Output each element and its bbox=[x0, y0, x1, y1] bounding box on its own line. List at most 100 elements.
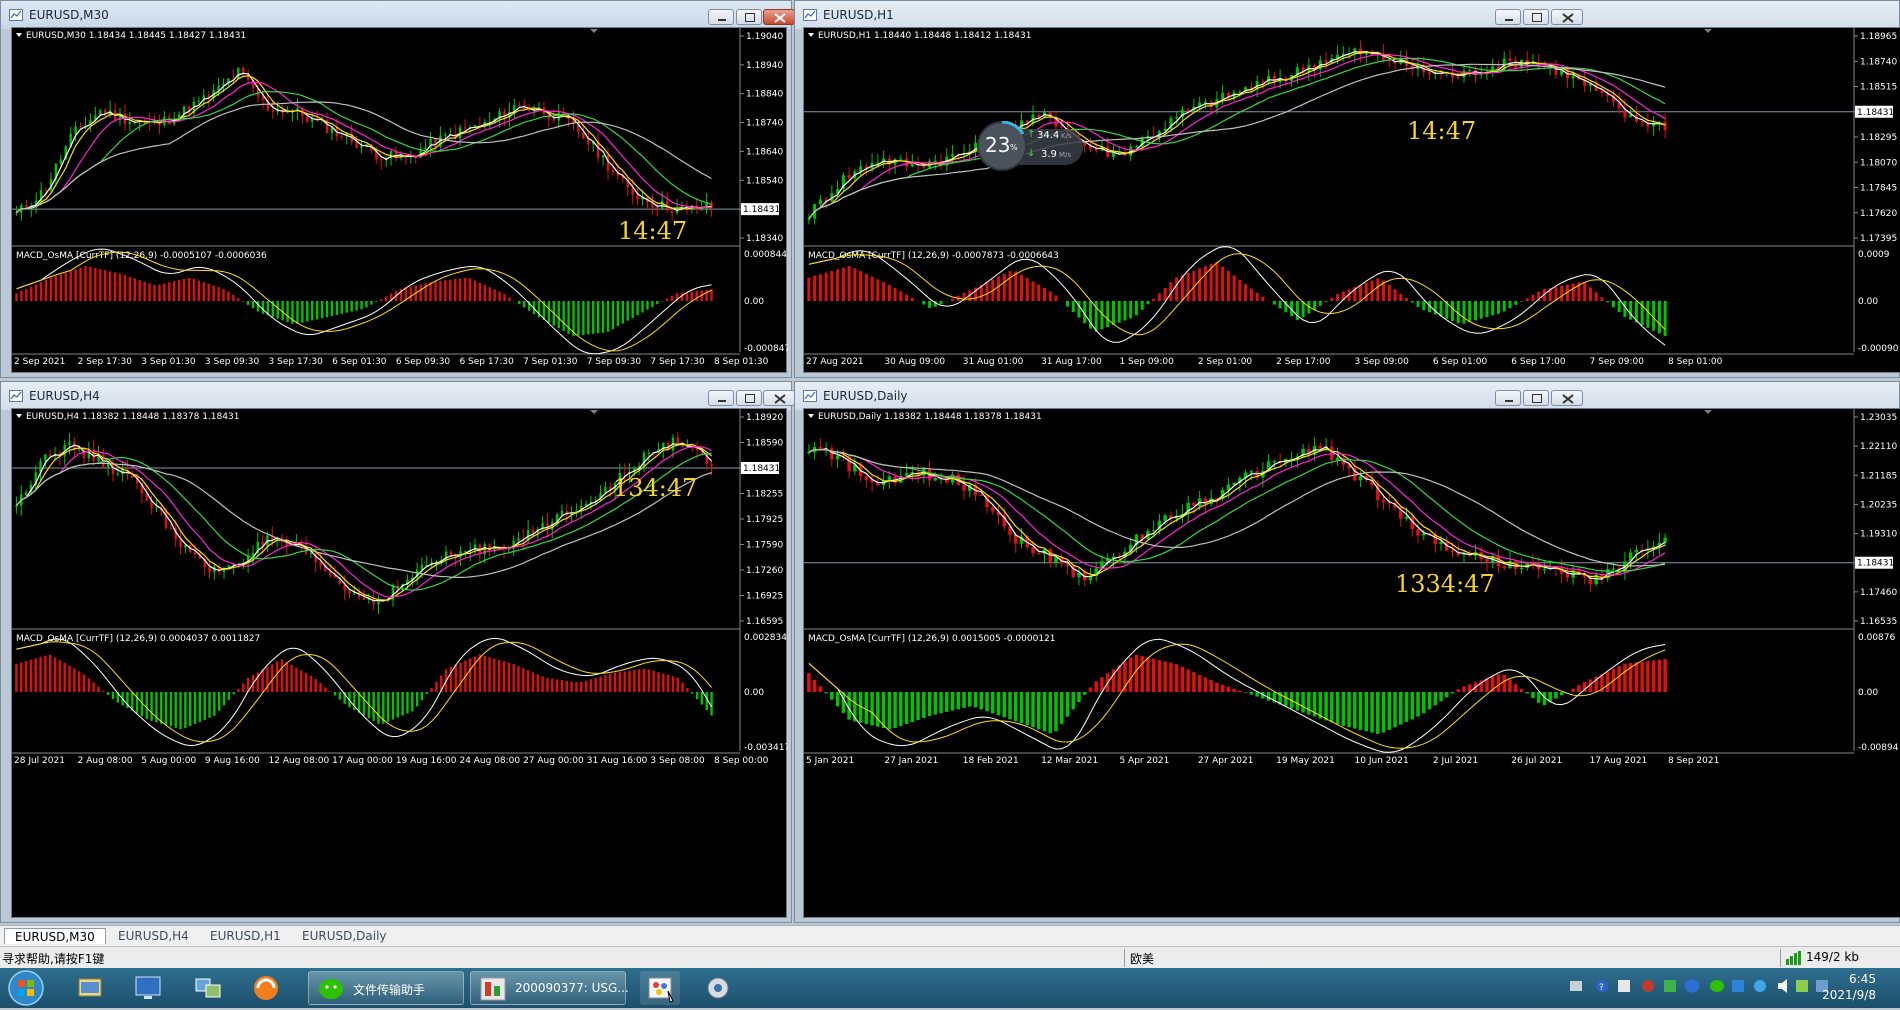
macd-bar bbox=[1020, 275, 1023, 301]
macd-bar bbox=[1664, 301, 1667, 336]
macd-bar bbox=[203, 282, 205, 301]
chart-area[interactable]: EURUSD,M30 1.18434 1.18445 1.18427 1.184… bbox=[11, 27, 787, 373]
taskbar-item-wechat[interactable]: 文件传输助手 bbox=[308, 971, 464, 1005]
macd-bar bbox=[633, 670, 635, 692]
chart-window-daily[interactable]: EURUSD,Daily EURUSD,Daily 1.18382 1.1844… bbox=[794, 381, 1900, 923]
candle-body bbox=[648, 453, 650, 454]
maximize-button[interactable] bbox=[1523, 9, 1549, 25]
maximize-button[interactable] bbox=[1523, 390, 1549, 406]
maximize-button[interactable] bbox=[736, 9, 762, 25]
macd-bar bbox=[1451, 692, 1455, 693]
start-button[interactable] bbox=[6, 970, 46, 1006]
price-tick-label: 1.17620 bbox=[1860, 209, 1897, 219]
minimize-button[interactable] bbox=[708, 9, 734, 25]
chart-window-h1[interactable]: EURUSD,H1 EURUSD,H1 1.18440 1.18448 1.18… bbox=[794, 0, 1900, 378]
candle-body bbox=[1520, 568, 1524, 569]
candle-body bbox=[962, 485, 966, 491]
tab-eurusd-h1[interactable]: EURUSD,H1 bbox=[200, 928, 291, 944]
macd-bar bbox=[614, 673, 616, 692]
chart-area[interactable]: EURUSD,Daily 1.18382 1.18448 1.18378 1.1… bbox=[803, 408, 1900, 918]
candle-body bbox=[44, 455, 46, 461]
macd-bar bbox=[296, 301, 298, 324]
macd-bar bbox=[416, 692, 418, 706]
candle-body bbox=[208, 567, 210, 572]
taskbar-clock[interactable]: 6:45 2021/9/8 bbox=[1822, 971, 1876, 1003]
time-tick-label: 6 Sep 17:00 bbox=[1511, 357, 1566, 367]
price-chart[interactable]: EURUSD,Daily 1.18382 1.18448 1.18378 1.1… bbox=[804, 409, 1900, 919]
candle-body bbox=[1428, 72, 1431, 74]
taskbar-item-metatrader[interactable]: 200090377: USG... bbox=[470, 971, 626, 1005]
close-button[interactable] bbox=[763, 390, 795, 406]
macd-bar bbox=[488, 657, 490, 692]
minimize-button[interactable] bbox=[1495, 390, 1521, 406]
chart-header: EURUSD,Daily 1.18382 1.18448 1.18378 1.1… bbox=[818, 412, 1042, 422]
candle-body bbox=[348, 591, 350, 594]
macd-bar bbox=[426, 692, 428, 694]
macd-bar bbox=[1405, 298, 1408, 301]
taskbar-paint[interactable] bbox=[640, 971, 680, 1005]
macd-bar bbox=[894, 288, 897, 301]
macd-bar bbox=[484, 285, 486, 301]
candle-body bbox=[553, 119, 555, 121]
macd-bar bbox=[1376, 692, 1380, 734]
title-bar[interactable]: EURUSD,Daily bbox=[795, 382, 1899, 410]
tab-eurusd-daily[interactable]: EURUSD,Daily bbox=[292, 928, 397, 944]
macd-bar bbox=[63, 663, 65, 692]
minimize-button[interactable] bbox=[708, 390, 734, 406]
macd-bar bbox=[493, 289, 495, 301]
price-tick-label: 1.18515 bbox=[1860, 83, 1897, 93]
close-button[interactable] bbox=[763, 9, 795, 25]
chart-area[interactable]: EURUSD,H1 1.18440 1.18448 1.18412 1.1843… bbox=[803, 27, 1900, 373]
macd-bar bbox=[232, 295, 234, 301]
macd-bar bbox=[934, 692, 938, 715]
chart-window-h4[interactable]: EURUSD,H4 EURUSD,H4 1.18382 1.18448 1.18… bbox=[0, 381, 792, 923]
title-bar[interactable]: EURUSD,H1 bbox=[795, 1, 1899, 29]
macd-bar bbox=[277, 301, 279, 319]
minimize-button[interactable] bbox=[1495, 9, 1521, 25]
taskbar-browser[interactable] bbox=[246, 971, 286, 1005]
candle-body bbox=[464, 551, 466, 552]
macd-bar bbox=[305, 673, 307, 692]
price-tick-label: 1.18840 bbox=[746, 90, 783, 100]
taskbar-remote[interactable] bbox=[698, 971, 738, 1005]
macd-bar bbox=[916, 692, 920, 720]
maximize-button[interactable] bbox=[736, 390, 762, 406]
macd-bar bbox=[911, 692, 915, 722]
macd-bar bbox=[1227, 687, 1231, 692]
title-bar[interactable]: EURUSD,H4 bbox=[1, 382, 791, 410]
candle-body bbox=[15, 506, 17, 507]
time-tick-label: 27 Aug 00:00 bbox=[523, 756, 584, 766]
price-chart[interactable]: EURUSD,H1 1.18440 1.18448 1.18412 1.1843… bbox=[804, 28, 1900, 374]
macd-bar bbox=[566, 681, 568, 692]
macd-bar bbox=[1606, 301, 1609, 302]
taskbar-network[interactable] bbox=[188, 971, 228, 1005]
taskbar-explorer[interactable] bbox=[70, 971, 110, 1005]
macd-bar bbox=[836, 269, 839, 301]
candle-body bbox=[819, 199, 822, 204]
system-tray-icons[interactable]: ? bbox=[1560, 968, 1850, 1008]
windows-logo-icon bbox=[6, 970, 46, 1006]
macd-bar bbox=[1209, 680, 1213, 692]
network-speed-widget[interactable]: 23 % ↑ 34.4 K/s ↓ 3.9 M/s bbox=[977, 121, 1087, 171]
candle-body bbox=[217, 86, 219, 90]
chart-window-m30[interactable]: EURUSD,M30 EURUSD,M30 1.18434 1.18445 1.… bbox=[0, 0, 792, 378]
macd-histogram bbox=[15, 266, 712, 336]
taskbar-desktop[interactable] bbox=[128, 971, 168, 1005]
macd-bar bbox=[1600, 297, 1603, 301]
tab-eurusd-m30[interactable]: EURUSD,M30 bbox=[4, 928, 106, 944]
macd-bar bbox=[1652, 660, 1656, 692]
candle-body bbox=[25, 492, 27, 494]
candle-body bbox=[528, 109, 530, 110]
close-button[interactable] bbox=[1551, 9, 1583, 25]
macd-bar bbox=[686, 688, 688, 692]
remote-desktop-icon bbox=[698, 971, 738, 1005]
price-chart[interactable]: EURUSD,M30 1.18434 1.18445 1.18427 1.184… bbox=[12, 28, 788, 374]
macd-bar bbox=[316, 301, 318, 319]
close-button[interactable] bbox=[1551, 390, 1583, 406]
tab-eurusd-h4[interactable]: EURUSD,H4 bbox=[108, 928, 199, 944]
macd-bar bbox=[1014, 692, 1018, 721]
macd-bar bbox=[1422, 301, 1425, 310]
macd-bar bbox=[1296, 692, 1300, 711]
title-bar[interactable]: EURUSD,M30 bbox=[1, 1, 791, 29]
macd-bar bbox=[60, 274, 62, 301]
